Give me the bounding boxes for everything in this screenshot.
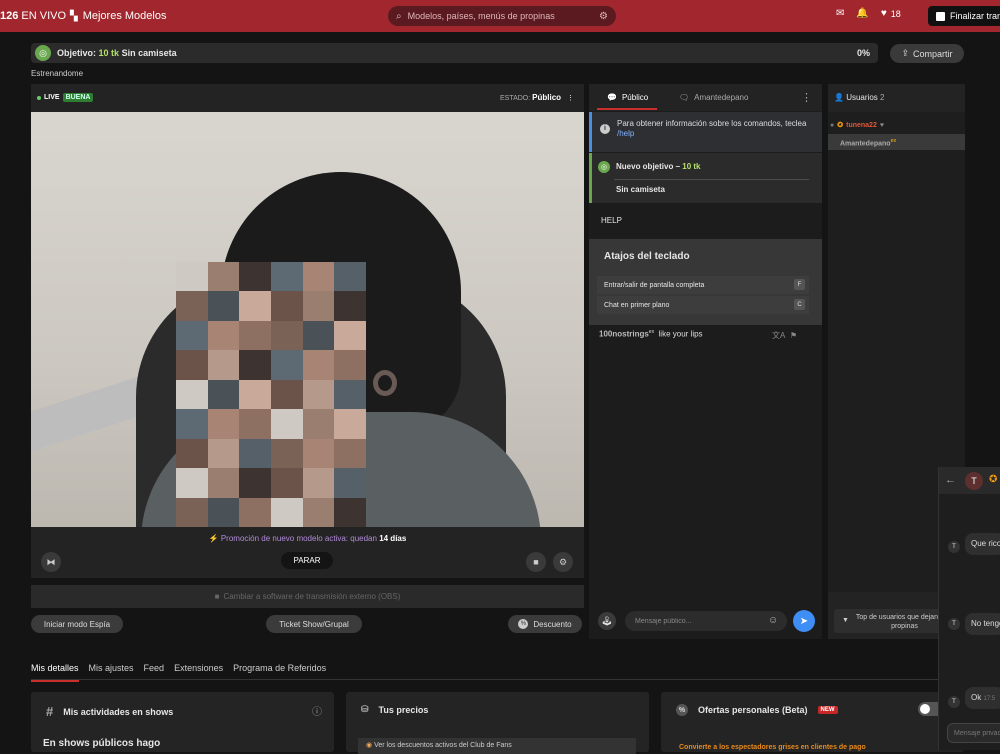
info-icon[interactable]: ⓘ [312, 703, 322, 718]
share-icon: ⇪ [901, 48, 910, 58]
shows-card: # Mis actividades en shows ⓘ En shows púb… [31, 692, 334, 752]
hash-icon: # [46, 704, 54, 719]
keyboard-shortcuts: Atajos del teclado Entrar/salir de panta… [589, 239, 822, 325]
kebab-icon: ⋮ [567, 95, 574, 102]
live-badge: LIVE BUENA [37, 93, 94, 102]
discount-button[interactable]: % Descuento [508, 615, 582, 633]
goal-subtitle: Estrenandome [31, 69, 84, 78]
pixelated-face [176, 262, 366, 527]
star-badge-icon: ✪ [989, 474, 998, 485]
stream-status[interactable]: ESTADO: Público ⋮ [500, 93, 574, 102]
prices-card: ⛁ Tus precios ◉ Ver los descuentos activo… [346, 692, 649, 754]
avatar: T [948, 618, 960, 630]
tab-public[interactable]: 💬 Público [607, 93, 648, 102]
quality-badge: BUENA [62, 93, 94, 102]
chat-message: 100nostringsex like your lips [599, 329, 703, 339]
goal-percent: 0% [856, 48, 870, 58]
camera-icon: ■ [214, 592, 220, 601]
likes-count: 18 [890, 8, 901, 19]
price-tag-icon: ⛁ [361, 704, 369, 714]
tip-menu-icon[interactable]: 🕹 [598, 612, 616, 630]
user-row-selected[interactable]: Amantedepanoex [828, 134, 965, 150]
promo-banner: ⚡ Promoción de nuevo modelo activa: qued… [208, 534, 407, 543]
share-button[interactable]: ⇪ Compartir [890, 44, 964, 63]
pm-message: No tengo [965, 613, 1000, 635]
shortcut-fullscreen: Entrar/salir de pantalla completa F [597, 276, 809, 294]
user-icon: 👤 [834, 93, 844, 102]
help-command-link[interactable]: /help [617, 129, 634, 138]
emoji-icon[interactable]: ☺ [768, 615, 778, 626]
pm-message: Ok 17:5 [965, 687, 1000, 709]
heart-icon[interactable]: ♥ [881, 8, 887, 19]
info-message: i Para obtener información sobre los com… [589, 112, 822, 152]
search-box[interactable]: ⌕ ⚙ [388, 6, 616, 26]
target-icon: ◎ [35, 45, 51, 61]
avatar: T [948, 541, 960, 553]
chat-panel: 💬 Público 🗨 Amantedepano ⋮ i Para obtener … [589, 84, 822, 639]
target-icon: ◎ [598, 161, 610, 173]
star-badge-icon: ✪ [837, 122, 844, 129]
spy-mode-button[interactable]: Iniciar modo Espía [31, 615, 123, 633]
user-row[interactable]: ● ✪ tunena22 ♥ [830, 121, 884, 130]
goal-progress-bar: ◎ Objetivo: 10 tk Sin camiseta 0% [31, 43, 878, 63]
search-icon: ⌕ [396, 10, 402, 22]
flip-icon[interactable]: ⧓ [41, 552, 61, 572]
chat-bubble-icon: 💬 [607, 93, 617, 102]
messages-icon[interactable]: ✉ [836, 8, 844, 19]
live-count[interactable]: 126 EN VIVO [0, 10, 66, 22]
chat-menu-icon[interactable]: ⋮ [801, 91, 812, 104]
back-arrow-icon[interactable]: ← [945, 474, 956, 486]
translate-icon[interactable]: 文A [772, 331, 785, 340]
earring [373, 370, 397, 396]
trophy-icon: ▼ [842, 617, 849, 624]
tab-private-chat[interactable]: 🗨 Amantedepano [679, 93, 748, 102]
obs-switch-button[interactable]: ■ Cambiar a software de transmisión exter… [31, 585, 584, 608]
stop-button[interactable]: PARAR [281, 552, 333, 569]
bell-icon[interactable]: 🔔 [856, 8, 868, 19]
percent-icon: % [676, 704, 688, 716]
top-right-icons: ✉ 🔔 ♥ 18 [836, 8, 901, 19]
percent-icon: % [518, 619, 529, 629]
filter-icon[interactable]: ⚙ [599, 11, 608, 22]
info-icon: i [600, 124, 610, 134]
help-message: HELP [601, 216, 622, 225]
send-button[interactable]: ➤ [793, 610, 815, 632]
chat-username[interactable]: 100nostrings [599, 330, 649, 339]
video-panel: LIVE BUENA ESTADO: Público ⋮ ⚡ Promoción… [31, 84, 584, 578]
avatar[interactable]: T [965, 472, 983, 490]
stop-square-icon [936, 11, 945, 21]
settings-icon[interactable]: ⚙ [553, 552, 573, 572]
new-goal-message: ◎ Nuevo objetivo – 10 tk Sin camiseta [589, 153, 822, 203]
grid-icon: ▚ [70, 10, 78, 22]
avatar: T [948, 696, 960, 708]
private-message-input[interactable] [947, 723, 1000, 743]
best-models-link[interactable]: ▚ Mejores Modelos [70, 10, 166, 22]
flag-icon[interactable]: ⚑ [790, 331, 797, 340]
shortcut-chat-focus: Chat en primer plano C [597, 296, 809, 314]
top-bar: 126 EN VIVO ▚ Mejores Modelos ⌕ ⚙ ✉ 🔔 ♥ … [0, 0, 1000, 32]
private-chat-panel: ← T ✪ T Que rico T No tengo T Ok 17:5 [938, 467, 1000, 750]
pm-message: Que rico [965, 533, 1000, 555]
search-input[interactable] [407, 11, 594, 21]
camera-icon[interactable]: ■ [526, 552, 546, 572]
end-stream-button[interactable]: Finalizar transm [928, 6, 1000, 26]
public-message-input[interactable] [625, 611, 787, 631]
offers-card: % Ofertas personales (Beta) NEW Convierte … [661, 692, 964, 752]
video-stream[interactable] [31, 112, 584, 527]
fan-club-discounts[interactable]: ◉ Ver los descuentos activos del Club de… [358, 738, 636, 754]
chat-bubbles-icon: 🗨 [679, 93, 690, 102]
ticket-show-button[interactable]: Ticket Show/Grupal [266, 615, 362, 633]
